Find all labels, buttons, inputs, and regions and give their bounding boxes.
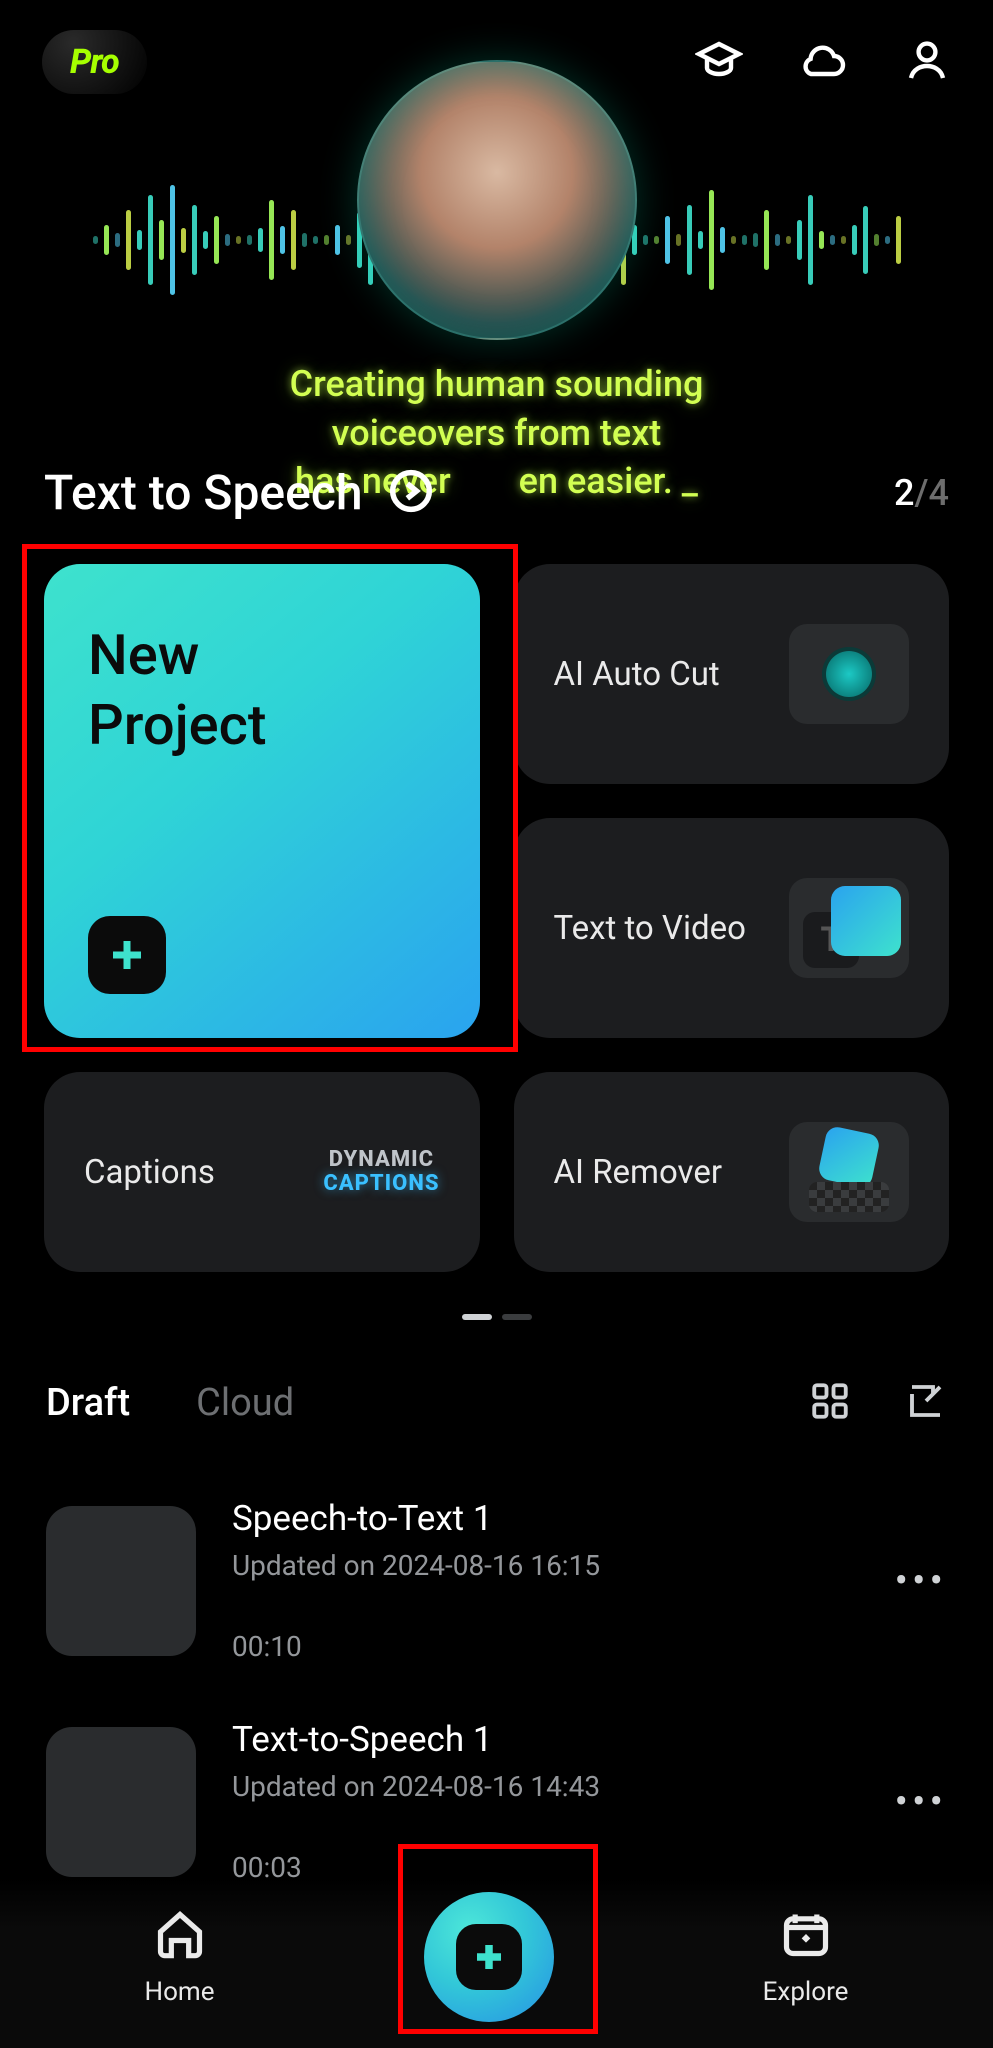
section-heading-row: Text to Speech 2/4	[0, 464, 993, 521]
pager-current: 2	[894, 472, 914, 514]
ai-auto-cut-thumb	[789, 624, 909, 724]
more-icon[interactable]: •••	[895, 1778, 948, 1825]
bottom-nav: Home Explore	[0, 1878, 993, 2048]
graduation-cap-icon[interactable]	[695, 36, 743, 88]
draft-item[interactable]: Speech-to-Text 1 Updated on 2024-08-16 1…	[46, 1470, 947, 1691]
captions-label: Captions	[84, 1153, 215, 1192]
nav-home-label: Home	[145, 1977, 215, 2007]
tab-draft[interactable]: Draft	[46, 1381, 130, 1425]
top-bar: Pro	[0, 30, 993, 94]
cloud-icon[interactable]	[799, 36, 847, 88]
new-project-label-l1: New	[88, 620, 267, 690]
explore-icon	[780, 1908, 832, 1967]
captions-tile[interactable]: Captions DYNAMIC CAPTIONS	[44, 1072, 480, 1272]
nav-explore[interactable]: Explore	[763, 1908, 849, 2007]
more-icon[interactable]: •••	[895, 1557, 948, 1604]
edit-icon[interactable]	[905, 1380, 947, 1426]
avatar-graphic	[357, 60, 637, 340]
hero-tagline-line2: voiceovers from text	[120, 409, 873, 458]
hero-tagline-line1: Creating human sounding	[120, 360, 873, 409]
text-to-video-label: Text to Video	[554, 909, 746, 948]
fab-new[interactable]	[424, 1892, 554, 2022]
plus-icon	[456, 1924, 522, 1990]
grid-view-icon[interactable]	[809, 1380, 851, 1426]
nav-explore-label: Explore	[763, 1977, 849, 2007]
draft-title: Text-to-Speech 1	[232, 1719, 859, 1760]
section-title: Text to Speech	[44, 464, 363, 521]
home-icon	[154, 1908, 206, 1967]
top-icons	[695, 36, 951, 88]
draft-updated: Updated on 2024-08-16 14:43	[232, 1770, 859, 1803]
text-to-video-thumb	[789, 878, 909, 978]
draft-list: Speech-to-Text 1 Updated on 2024-08-16 1…	[0, 1470, 993, 1912]
draft-updated: Updated on 2024-08-16 16:15	[232, 1549, 859, 1582]
page-dots	[0, 1314, 993, 1320]
page-dot-1[interactable]	[462, 1314, 492, 1320]
ai-auto-cut-tile[interactable]: AI Auto Cut	[514, 564, 950, 784]
ai-auto-cut-label: AI Auto Cut	[554, 655, 720, 694]
tabs: Draft Cloud	[46, 1381, 294, 1425]
plus-icon	[88, 916, 166, 994]
text-to-video-tile[interactable]: Text to Video	[514, 818, 950, 1038]
profile-icon[interactable]	[903, 36, 951, 88]
new-project-tile[interactable]: New Project	[44, 564, 480, 1038]
ai-remover-thumb	[789, 1122, 909, 1222]
pager-total: /4	[914, 472, 949, 514]
tool-grid: New Project AI Auto Cut Text to Video Ca…	[0, 564, 993, 1272]
arrow-right-circle-icon[interactable]	[389, 469, 433, 517]
captions-badge-l1: DYNAMIC	[323, 1148, 439, 1172]
pro-badge[interactable]: Pro	[42, 30, 147, 94]
pager: 2/4	[894, 472, 949, 514]
captions-badge: DYNAMIC CAPTIONS	[323, 1148, 439, 1196]
new-project-label-l2: Project	[88, 690, 267, 760]
draft-thumbnail	[46, 1727, 196, 1877]
ai-remover-label: AI Remover	[554, 1153, 723, 1192]
nav-home[interactable]: Home	[145, 1908, 215, 2007]
draft-title: Speech-to-Text 1	[232, 1498, 859, 1539]
tab-cloud[interactable]: Cloud	[196, 1381, 294, 1425]
draft-thumbnail	[46, 1506, 196, 1656]
ai-remover-tile[interactable]: AI Remover	[514, 1072, 950, 1272]
captions-badge-l2: CAPTIONS	[323, 1172, 439, 1196]
page-dot-2[interactable]	[502, 1314, 532, 1320]
draft-duration: 00:10	[232, 1630, 859, 1663]
tabs-row: Draft Cloud	[0, 1380, 993, 1426]
